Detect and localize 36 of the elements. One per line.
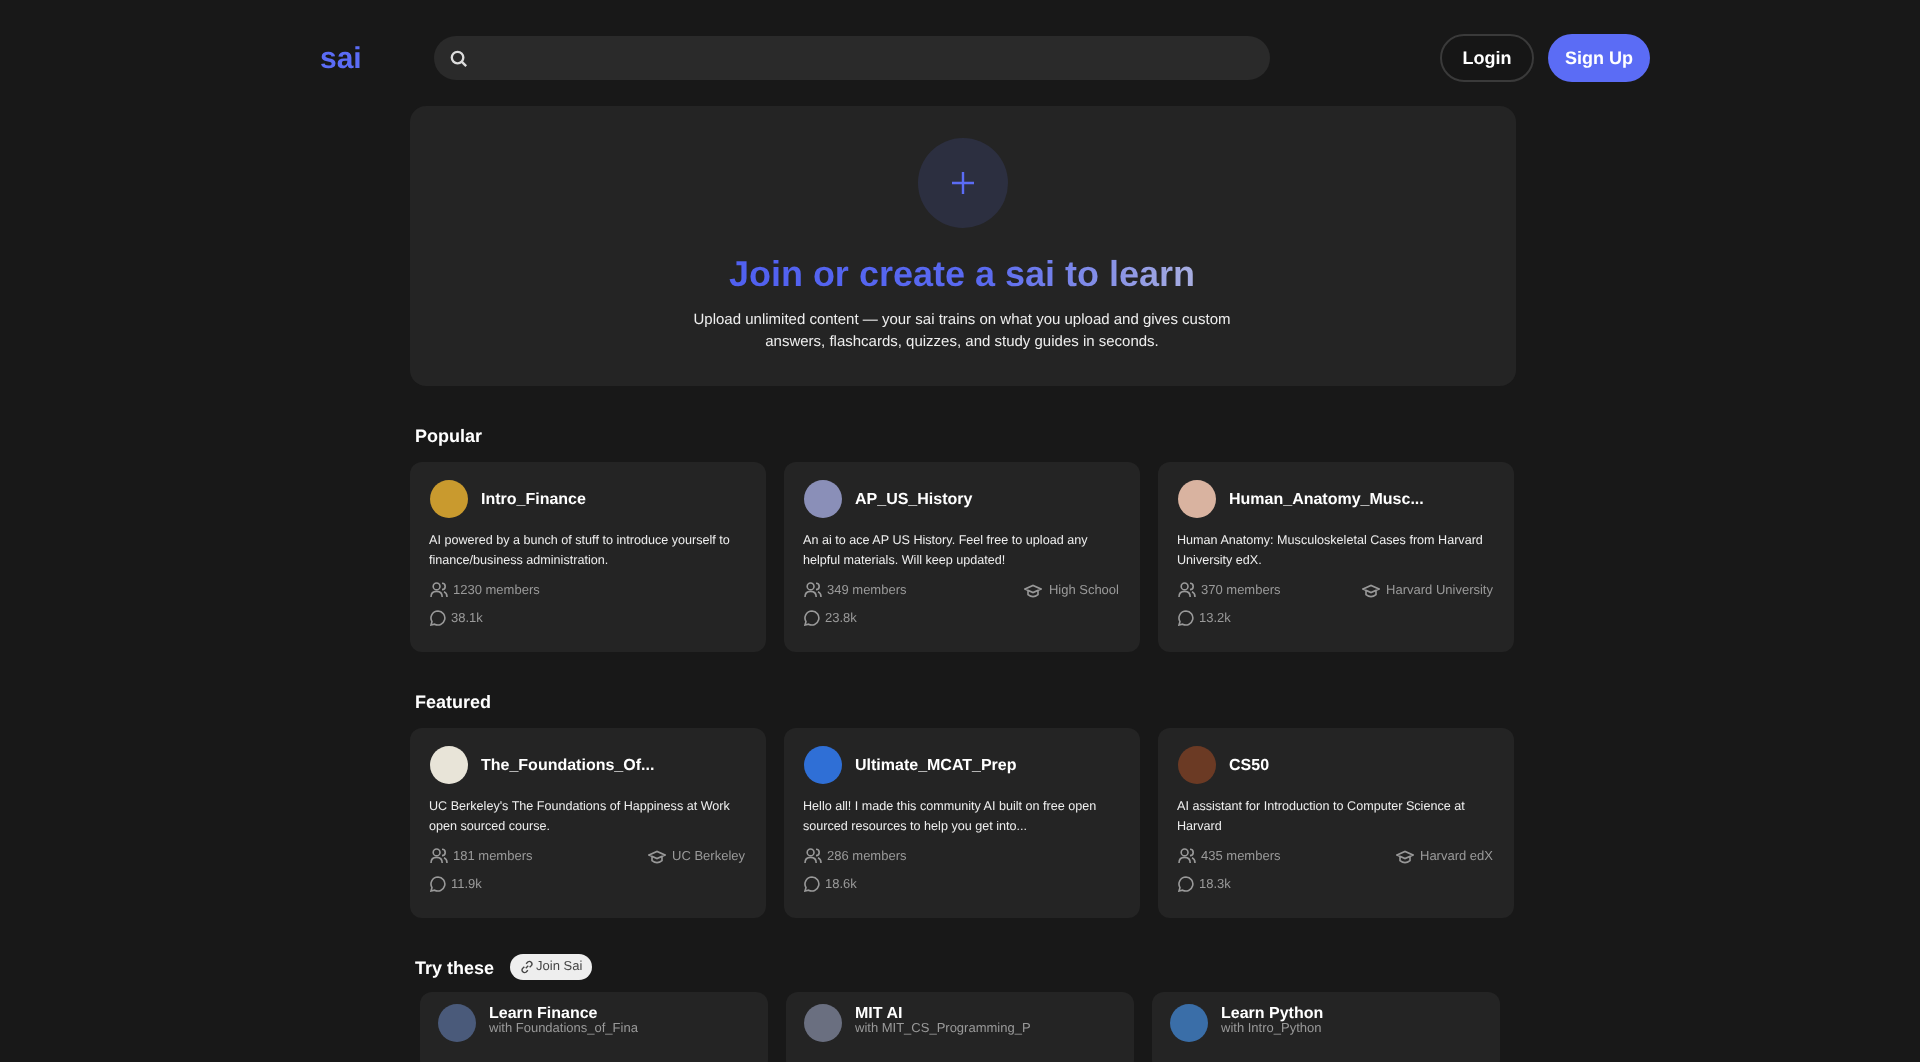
people-icon <box>1177 848 1195 864</box>
link-icon <box>520 960 535 974</box>
card-title: Learn Python <box>1221 1004 1324 1022</box>
people-icon <box>1177 582 1195 598</box>
chat-bubble-icon <box>803 876 819 892</box>
section-title: Popular <box>415 426 485 446</box>
card-title: AP_US_History <box>855 490 973 508</box>
graduation-cap-icon <box>1396 849 1414 863</box>
card-title: Human_Anatomy_Musc... <box>1229 490 1424 508</box>
graduation-cap-icon <box>1362 583 1381 597</box>
card-title: MIT AI <box>855 1004 905 1022</box>
section-title: Try these <box>415 957 495 977</box>
card-title: The_Foundations_Of... <box>481 756 655 774</box>
chat-bubble-icon <box>1177 610 1193 626</box>
graduation-cap-icon <box>1024 583 1043 597</box>
chat-bubble-icon <box>429 876 445 892</box>
logo[interactable]: sai <box>320 41 434 75</box>
people-icon <box>803 582 821 598</box>
chat-bubble-icon <box>803 610 819 626</box>
card-title: Intro_Finance <box>481 490 586 508</box>
section-title: Featured <box>415 692 494 712</box>
signup-button[interactable]: Sign Up <box>1548 34 1650 82</box>
plus-icon <box>951 172 973 194</box>
create-button[interactable] <box>917 138 1007 228</box>
card-title: CS50 <box>1229 756 1270 774</box>
card-title: Ultimate_MCAT_Prep <box>855 756 1017 774</box>
people-icon <box>429 848 447 864</box>
graduation-cap-icon <box>648 849 667 863</box>
search-icon <box>450 49 468 67</box>
chat-bubble-icon <box>1177 876 1193 892</box>
people-icon <box>429 582 447 598</box>
people-icon <box>803 848 821 864</box>
card-title: Learn Finance <box>489 1004 600 1022</box>
chat-bubble-icon <box>429 610 445 626</box>
search-field[interactable] <box>434 36 1270 80</box>
login-button[interactable]: Login <box>1440 34 1534 82</box>
